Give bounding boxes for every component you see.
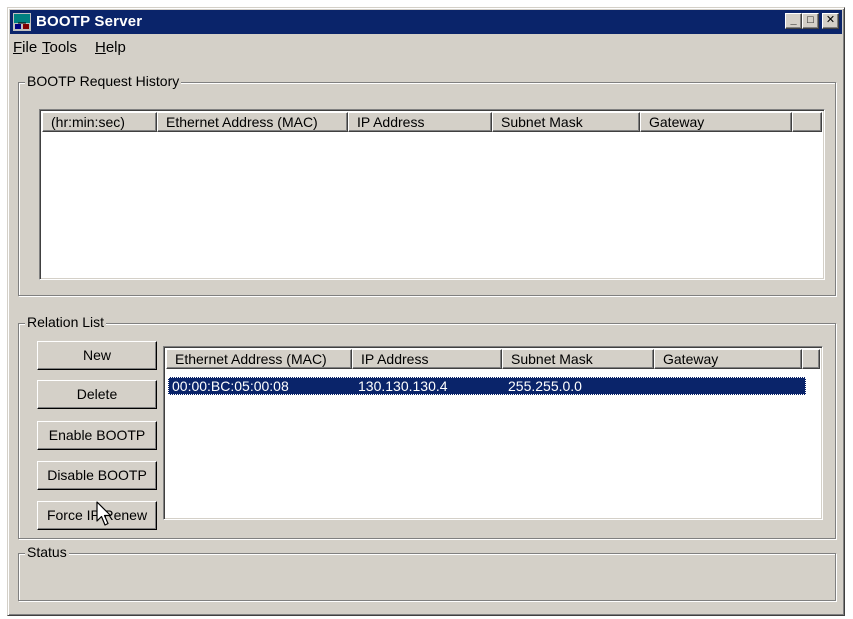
maximize-icon: □ (807, 14, 814, 26)
relation-list-label: Relation List (25, 314, 107, 330)
title-bar[interactable]: BOOTP Server _ □ ✕ (10, 10, 842, 34)
menu-tools[interactable]: Tools (42, 39, 77, 56)
cell-gateway (656, 377, 806, 395)
mouse-pointer-icon (96, 501, 112, 526)
maximize-button[interactable]: □ (802, 13, 819, 29)
new-button[interactable]: New (37, 341, 157, 370)
col-gateway[interactable]: Gateway (640, 112, 792, 132)
col-gateway[interactable]: Gateway (654, 349, 802, 369)
col-mac[interactable]: Ethernet Address (MAC) (166, 349, 352, 369)
request-history-label: BOOTP Request History (25, 73, 182, 89)
table-row[interactable]: 00:00:BC:05:00:08 130.130.130.4 255.255.… (168, 377, 806, 395)
status-group: Status (18, 544, 836, 601)
request-history-group: BOOTP Request History (hr:min:sec) Ether… (18, 73, 836, 296)
col-filler (802, 349, 820, 369)
bootp-server-window: BOOTP Server _ □ ✕ File Tools Help BOOTP… (7, 7, 845, 616)
close-icon: ✕ (825, 14, 836, 26)
enable-bootp-button[interactable]: Enable BOOTP (37, 421, 157, 450)
cell-subnet: 255.255.0.0 (508, 378, 582, 394)
status-text (23, 566, 831, 594)
disable-bootp-button[interactable]: Disable BOOTP (37, 461, 157, 490)
cell-mac: 00:00:BC:05:00:08 (172, 378, 289, 394)
col-mac[interactable]: Ethernet Address (MAC) (157, 112, 348, 132)
col-subnet[interactable]: Subnet Mask (492, 112, 640, 132)
relation-list[interactable]: Ethernet Address (MAC) IP Address Subnet… (163, 346, 823, 520)
app-icon (13, 13, 31, 31)
request-history-list[interactable]: (hr:min:sec) Ethernet Address (MAC) IP A… (39, 109, 825, 280)
minimize-icon: _ (790, 14, 797, 26)
menu-bar: File Tools Help (10, 36, 842, 58)
window-title: BOOTP Server (36, 13, 143, 30)
status-label: Status (25, 544, 69, 560)
delete-button[interactable]: Delete (37, 380, 157, 409)
close-button[interactable]: ✕ (822, 13, 839, 29)
cell-ip: 130.130.130.4 (358, 378, 448, 394)
menu-help[interactable]: Help (95, 39, 126, 56)
col-ip[interactable]: IP Address (348, 112, 492, 132)
col-subnet[interactable]: Subnet Mask (502, 349, 654, 369)
menu-file[interactable]: File (13, 39, 37, 56)
request-history-header: (hr:min:sec) Ethernet Address (MAC) IP A… (42, 112, 822, 132)
col-filler (792, 112, 822, 132)
minimize-button[interactable]: _ (785, 13, 802, 29)
col-time[interactable]: (hr:min:sec) (42, 112, 157, 132)
col-ip[interactable]: IP Address (352, 349, 502, 369)
relation-list-header: Ethernet Address (MAC) IP Address Subnet… (166, 349, 820, 369)
